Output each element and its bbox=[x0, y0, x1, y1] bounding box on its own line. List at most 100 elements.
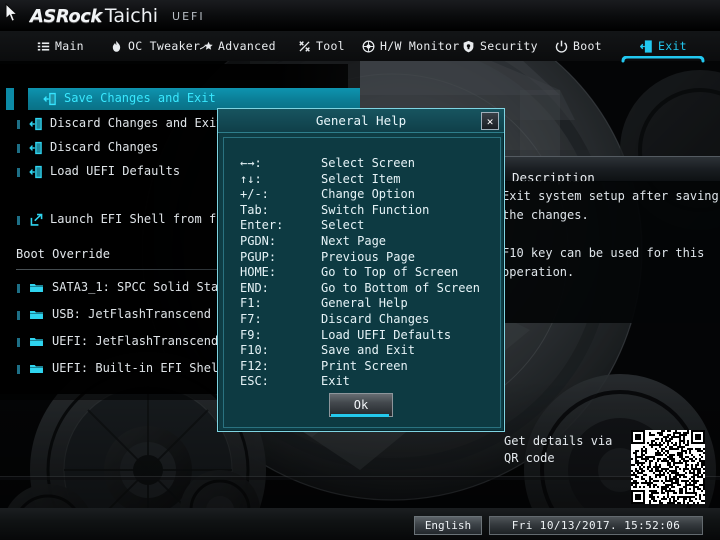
active-tab-underline bbox=[621, 56, 705, 63]
logo-asrock-text: ASRock bbox=[30, 6, 102, 27]
nav-tab-h-w-monitor[interactable]: H/W Monitor bbox=[362, 31, 459, 61]
help-row: +/-: Change Option bbox=[224, 187, 500, 204]
help-action: General Help bbox=[321, 296, 408, 311]
help-action: Load UEFI Defaults bbox=[321, 327, 452, 342]
close-icon[interactable]: ✕ bbox=[481, 112, 499, 130]
mouse-cursor bbox=[5, 3, 18, 22]
nav-items-container: Main OC Tweaker Advanced Tool H/W Monitor Sec… bbox=[0, 31, 720, 61]
description-body: Exit system setup after saving the change… bbox=[498, 181, 720, 323]
gauge-icon bbox=[362, 40, 375, 53]
exit-door-icon bbox=[29, 141, 44, 155]
dialog-body: ←→: Select Screen ↑↓: Select Item +/-: Change… bbox=[223, 137, 501, 428]
menu-item-label: Save Changes and Exit bbox=[64, 91, 216, 105]
description-line: Exit system setup after saving bbox=[502, 189, 719, 203]
help-action: Previous Page bbox=[321, 249, 415, 264]
nav-tab-label: Advanced bbox=[218, 39, 276, 53]
help-row: F12: Print Screen bbox=[224, 359, 500, 376]
help-row: F10: Save and Exit bbox=[224, 343, 500, 360]
help-row: F9: Load UEFI Defaults bbox=[224, 328, 500, 345]
help-action: Select Item bbox=[321, 171, 401, 186]
description-title-bar: Description bbox=[498, 156, 720, 185]
flame-icon bbox=[110, 40, 123, 53]
help-action: Exit bbox=[321, 374, 350, 389]
help-key: PGDN: bbox=[240, 234, 277, 248]
nav-tab-label: Tool bbox=[316, 39, 345, 53]
help-action: Go to Top of Screen bbox=[321, 265, 459, 280]
help-key: +/-: bbox=[240, 187, 269, 202]
nav-tab-label: OC Tweaker bbox=[128, 39, 201, 53]
shell-launch-icon bbox=[29, 213, 44, 227]
folder-icon bbox=[28, 308, 45, 322]
help-action: Change Option bbox=[321, 187, 415, 202]
help-key: ESC: bbox=[240, 374, 269, 389]
boot-item-marker bbox=[17, 338, 20, 347]
menu-item-label: Load UEFI Defaults bbox=[50, 164, 181, 178]
help-key: F7: bbox=[240, 312, 262, 326]
nav-tab-oc-tweaker[interactable]: OC Tweaker bbox=[110, 31, 200, 61]
bios-screen: ASRock Taichi UEFI Main OC Tweaker Advance… bbox=[0, 0, 720, 540]
help-action: Select Screen bbox=[321, 156, 415, 170]
help-key: Enter: bbox=[240, 218, 284, 233]
folder-icon bbox=[28, 281, 45, 295]
folder-icon bbox=[28, 362, 45, 376]
help-key: F9: bbox=[240, 327, 262, 342]
nav-tab-label: Security bbox=[480, 39, 538, 53]
help-key: HOME: bbox=[240, 265, 277, 280]
language-button[interactable]: English bbox=[414, 516, 482, 535]
shield-icon bbox=[462, 40, 475, 53]
general-help-dialog: General Help ✕ ←→: Select Screen ↑↓: Select… bbox=[217, 108, 505, 432]
help-row: F7: Discard Changes bbox=[224, 312, 500, 329]
help-row: END: Go to Bottom of Screen bbox=[224, 281, 500, 298]
boot-item-marker bbox=[17, 365, 20, 374]
help-row: ↑↓: Select Item bbox=[224, 172, 500, 189]
asrock-logo: ASRock Taichi UEFI bbox=[30, 5, 205, 27]
exit-door-icon bbox=[29, 117, 44, 131]
help-row: PGDN: Next Page bbox=[224, 234, 500, 251]
help-key: Tab: bbox=[240, 202, 269, 217]
help-action: Save and Exit bbox=[321, 343, 415, 358]
list-icon bbox=[37, 40, 50, 53]
nav-tab-boot[interactable]: Boot bbox=[555, 31, 602, 61]
nav-tab-advanced[interactable]: Advanced bbox=[200, 31, 276, 61]
boot-override-item-label: UEFI: Built-in EFI Shell bbox=[52, 361, 226, 375]
dialog-title-bar: General Help ✕ bbox=[218, 109, 504, 133]
selection-edge-marker bbox=[6, 88, 14, 110]
help-key: F12: bbox=[240, 358, 269, 373]
help-key: F10: bbox=[240, 343, 269, 358]
description-panel: Description Exit system setup after savi… bbox=[498, 148, 720, 323]
dialog-title: General Help bbox=[315, 113, 407, 128]
nav-tab-security[interactable]: Security bbox=[462, 31, 538, 61]
help-action: Select bbox=[321, 218, 365, 233]
help-action: Print Screen bbox=[321, 358, 408, 373]
help-key: END: bbox=[240, 280, 269, 295]
nav-tab-label: Exit bbox=[658, 39, 687, 53]
nav-tab-main[interactable]: Main bbox=[37, 31, 84, 61]
menu-item-marker bbox=[17, 144, 20, 153]
nav-tab-label: Boot bbox=[573, 39, 602, 53]
help-row: Enter: Select bbox=[224, 218, 500, 235]
menu-item-marker bbox=[17, 120, 20, 129]
menu-item-save-changes-and-exit[interactable]: Save Changes and Exit bbox=[28, 88, 360, 110]
help-row: F1: General Help bbox=[224, 296, 500, 313]
description-line: F10 key can be used for this bbox=[502, 246, 705, 260]
help-key: PGUP: bbox=[240, 249, 277, 264]
datetime-display: Fri 10/13/2017. 15:52:06 bbox=[489, 516, 703, 535]
nav-tab-tool[interactable]: Tool bbox=[298, 31, 345, 61]
qr-code bbox=[631, 430, 705, 504]
folder-icon bbox=[28, 335, 45, 349]
wrench-icon bbox=[298, 40, 311, 53]
help-key: F1: bbox=[240, 296, 262, 311]
exit-door-icon bbox=[43, 92, 58, 106]
nav-tab-label: H/W Monitor bbox=[380, 39, 460, 53]
description-line: operation. bbox=[502, 265, 575, 279]
description-line: the changes. bbox=[502, 208, 589, 222]
help-row: HOME: Go to Top of Screen bbox=[224, 265, 500, 282]
help-action: Switch Function bbox=[321, 202, 430, 217]
logo-uefi-text: UEFI bbox=[172, 10, 205, 23]
help-row: ←→: Select Screen bbox=[224, 156, 500, 173]
menu-item-label: Discard Changes and Exit bbox=[50, 116, 224, 130]
menu-item-marker bbox=[17, 216, 20, 225]
help-key: ←→: bbox=[240, 156, 262, 170]
help-action: Go to Bottom of Screen bbox=[321, 280, 480, 295]
help-row: ESC: Exit bbox=[224, 374, 500, 391]
